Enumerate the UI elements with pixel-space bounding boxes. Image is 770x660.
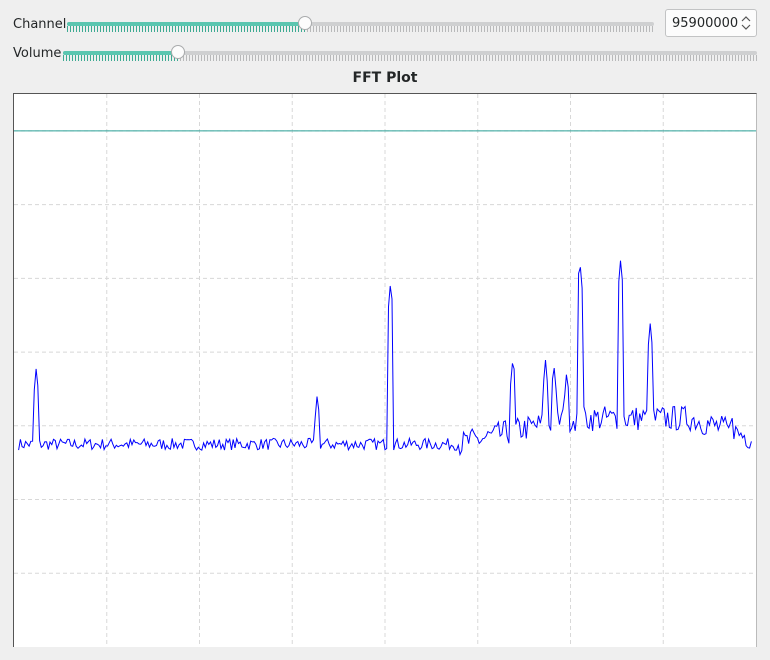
frequency-spinbox[interactable]: 95900000 bbox=[665, 9, 757, 37]
channel-label: Channel bbox=[13, 17, 67, 32]
up-down-chevron-icon[interactable] bbox=[740, 13, 752, 33]
fft-plot bbox=[13, 93, 757, 647]
channel-slider[interactable] bbox=[67, 16, 654, 32]
volume-slider[interactable] bbox=[63, 45, 757, 61]
frequency-value[interactable]: 95900000 bbox=[672, 16, 738, 32]
volume-label: Volume bbox=[13, 46, 62, 61]
fft-plot-canvas bbox=[14, 94, 756, 647]
plot-title: FFT Plot bbox=[352, 70, 418, 86]
channel-slider-handle[interactable] bbox=[298, 16, 312, 30]
volume-slider-ticks-fill bbox=[63, 55, 178, 61]
channel-row: Channel bbox=[0, 12, 770, 36]
volume-row: Volume bbox=[0, 42, 770, 66]
volume-slider-handle[interactable] bbox=[171, 45, 185, 59]
plot-grid bbox=[14, 94, 756, 647]
channel-slider-ticks-fill bbox=[67, 26, 305, 32]
